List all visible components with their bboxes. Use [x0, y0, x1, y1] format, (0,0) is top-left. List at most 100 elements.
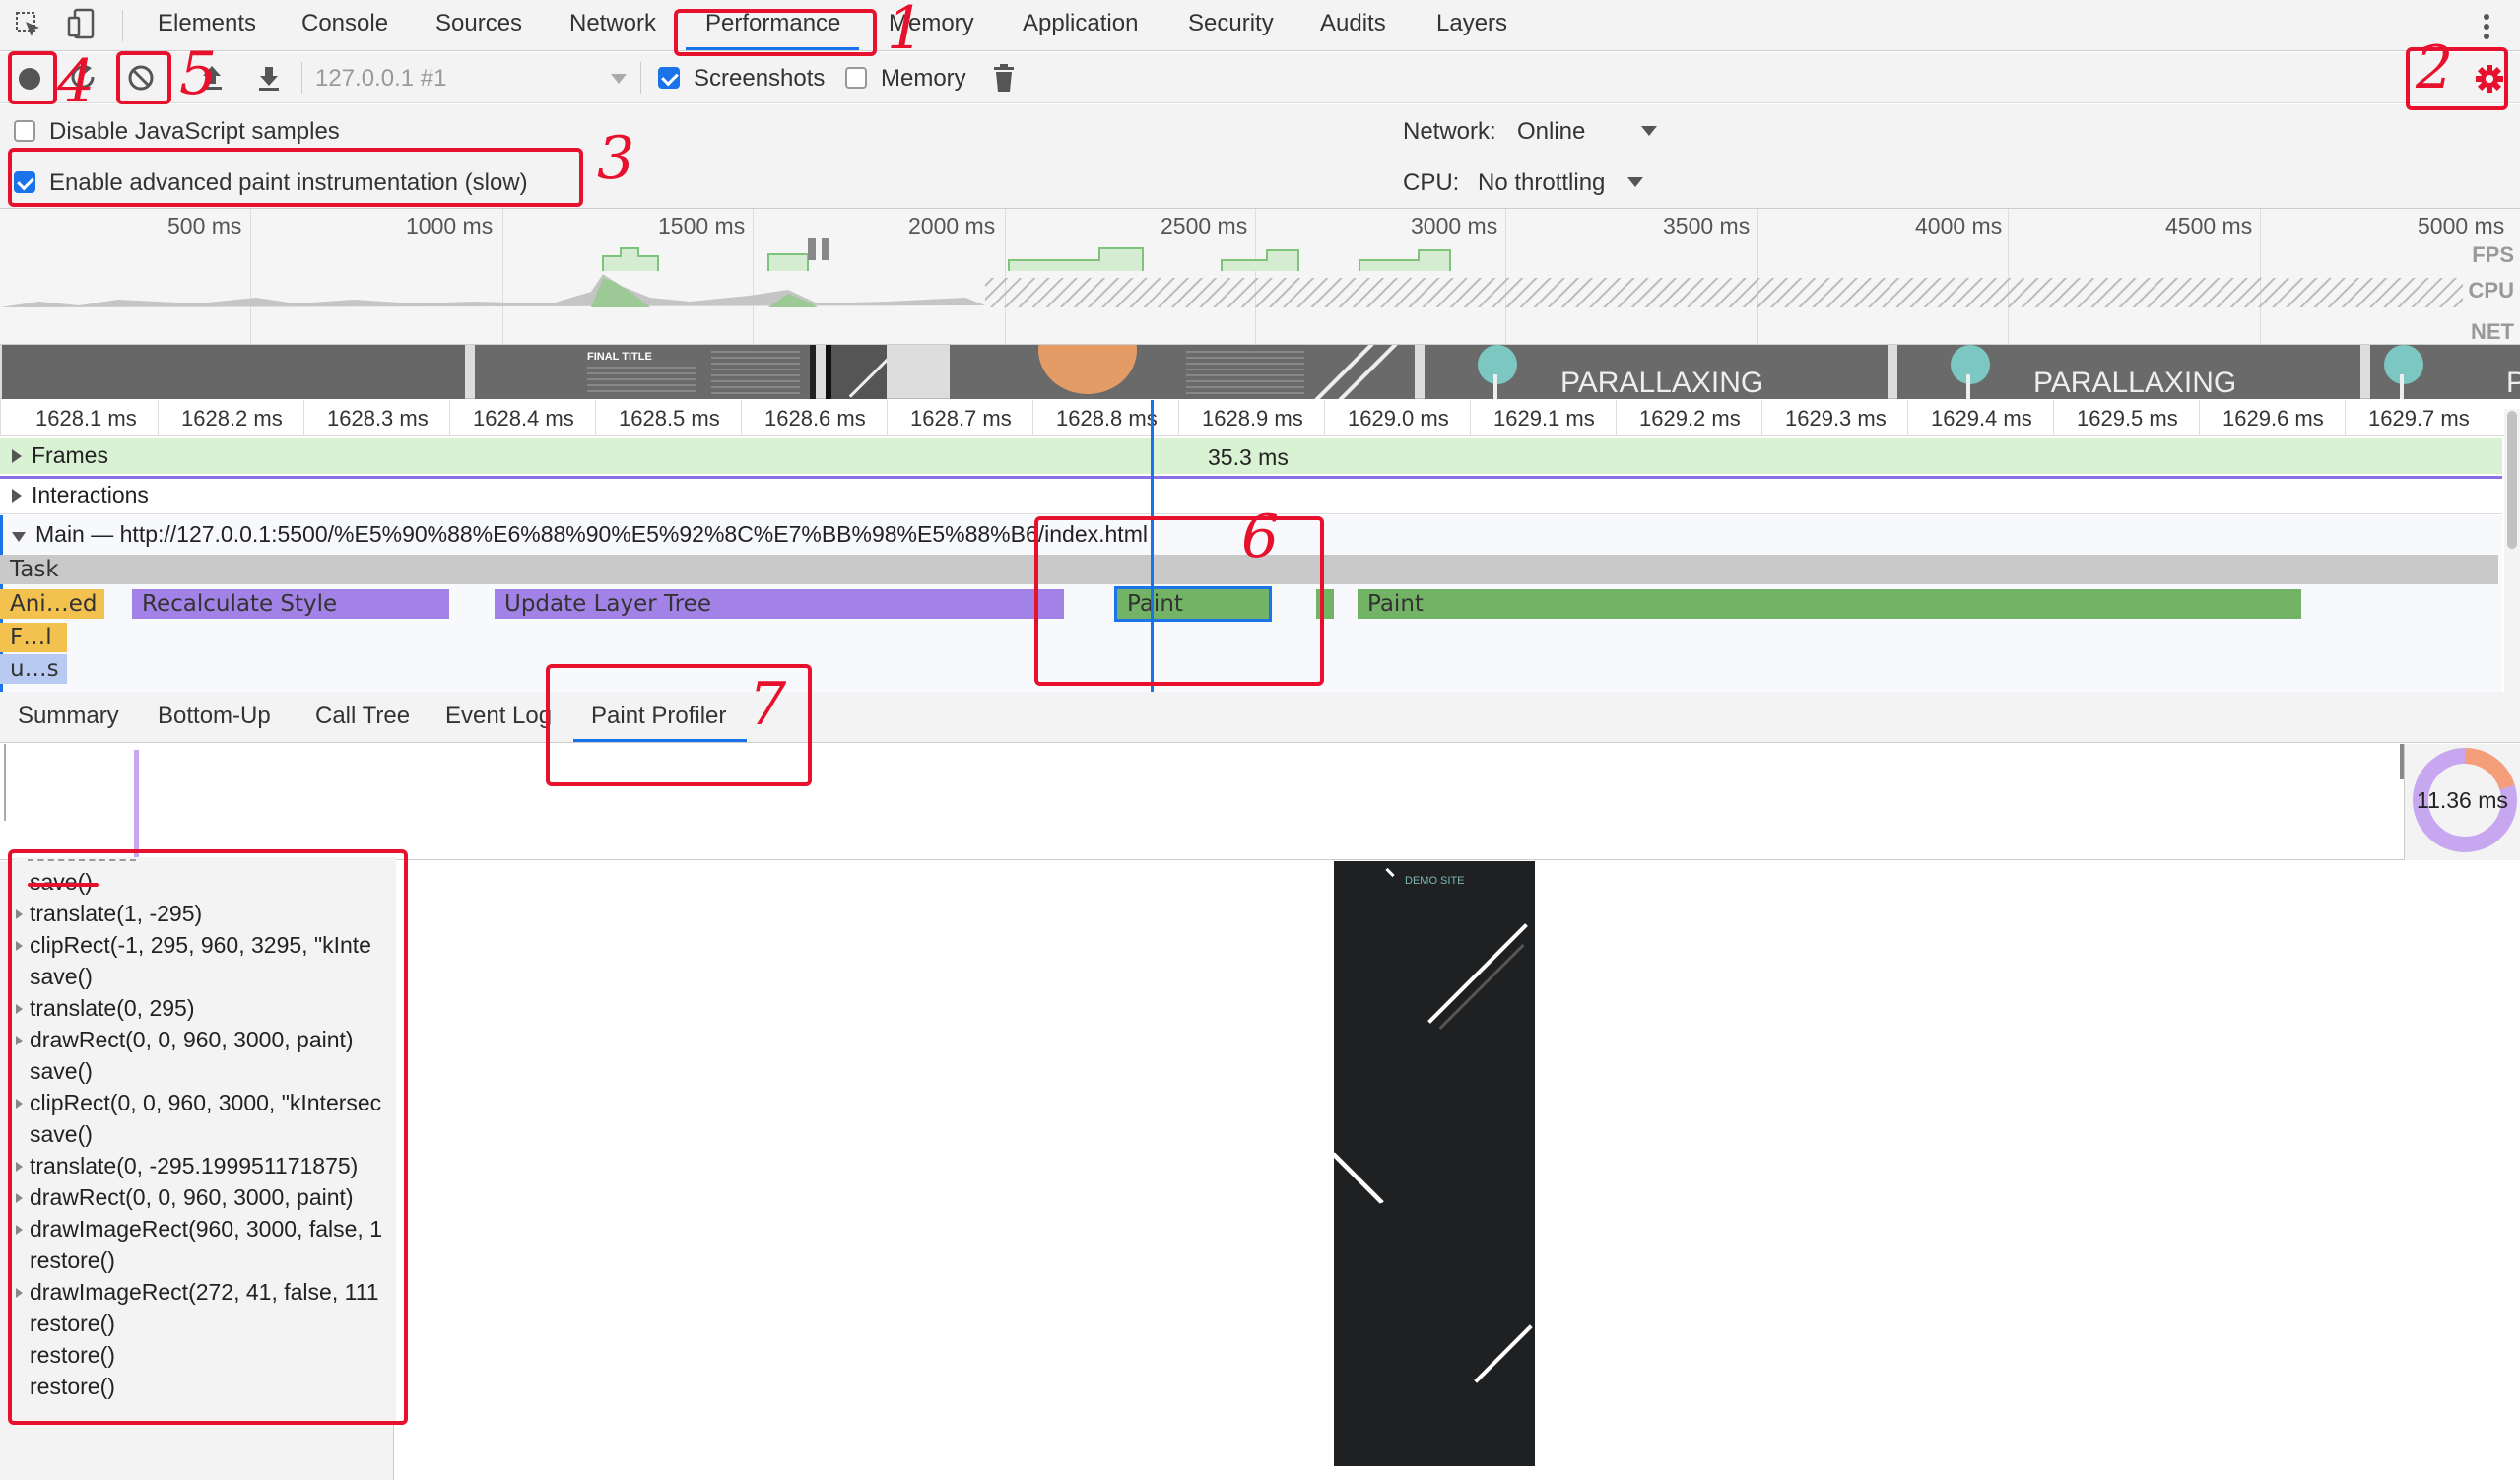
tab-performance[interactable]: Performance	[705, 10, 840, 37]
paint-command-text: clipRect(-1, 295, 960, 3295, "kInte	[30, 932, 371, 958]
paint-total-time: 11.36 ms	[2417, 787, 2508, 813]
memory-checkbox[interactable]	[845, 67, 867, 89]
advanced-paint-checkbox[interactable]	[14, 171, 35, 193]
inspect-element-icon[interactable]	[14, 10, 43, 39]
tab-console[interactable]: Console	[301, 10, 388, 37]
expand-triangle-icon[interactable]	[16, 941, 23, 951]
overview-tick: 4000 ms	[1915, 213, 2003, 238]
animation-event[interactable]: Ani…ed	[0, 589, 104, 619]
chevron-down-icon	[1641, 126, 1657, 136]
record-icon[interactable]	[16, 65, 43, 93]
tab-application[interactable]: Application	[1023, 10, 1138, 37]
network-throttling-select[interactable]: Online	[1517, 118, 1585, 146]
download-profile-icon[interactable]	[254, 63, 284, 93]
device-toolbar-icon[interactable]	[67, 8, 97, 39]
paint-event[interactable]: Paint	[1358, 589, 2301, 619]
interactions-track-label[interactable]: Interactions	[12, 482, 149, 508]
cpu-throttling-select[interactable]: No throttling	[1478, 169, 1605, 197]
main-thread-label[interactable]: Main — http://127.0.0.1:5500/%E5%90%88%E…	[12, 521, 1148, 548]
paint-command-row[interactable]: drawImageRect(272, 41, false, 111	[14, 1277, 396, 1309]
paint-command-row[interactable]: clipRect(0, 0, 960, 3000, "kIntersec	[14, 1088, 396, 1119]
paint-command-log[interactable]: save() translate(1, -295) clipRect(-1, 295…	[14, 857, 396, 1421]
filmstrip-frame[interactable]: P	[2370, 345, 2520, 399]
more-options-icon[interactable]	[2481, 12, 2492, 41]
tab-layers[interactable]: Layers	[1436, 10, 1507, 37]
frames-track-label[interactable]: Frames	[12, 442, 108, 469]
timeline-overview[interactable]: 500 ms 1000 ms 1500 ms 2000 ms 2500 ms 3…	[0, 209, 2520, 345]
clear-icon[interactable]	[126, 63, 156, 93]
capture-settings-pane: Disable JavaScript samples Enable advanc…	[0, 104, 2520, 209]
filmstrip-frame[interactable]	[2, 345, 465, 399]
tab-summary[interactable]: Summary	[18, 703, 119, 730]
tab-security[interactable]: Security	[1188, 10, 1274, 37]
tab-bottom-up[interactable]: Bottom-Up	[158, 703, 271, 730]
update-layer-tree-event[interactable]: Update Layer Tree	[495, 589, 1064, 619]
tab-paint-profiler[interactable]: Paint Profiler	[591, 703, 726, 730]
ruler-tick: 1629.4 ms	[1931, 406, 2032, 431]
ruler-tick: 1629.3 ms	[1785, 406, 1887, 431]
paint-command-row[interactable]: translate(0, -295.199951171875)	[14, 1151, 396, 1182]
paint-command-row[interactable]: translate(1, -295)	[14, 899, 396, 930]
tab-network[interactable]: Network	[569, 10, 656, 37]
expand-triangle-icon[interactable]	[12, 449, 22, 463]
recalculate-style-event[interactable]: Recalculate Style	[132, 589, 449, 619]
overview-activity-graph	[0, 238, 2463, 307]
filmstrip-frame[interactable]: FINAL TITLE	[475, 345, 816, 399]
tab-sources[interactable]: Sources	[435, 10, 522, 37]
function-call-event[interactable]: F…l	[0, 623, 67, 652]
disable-js-samples-checkbox[interactable]	[14, 120, 35, 142]
expand-triangle-icon[interactable]	[16, 1036, 23, 1045]
filmstrip-frame[interactable]: PARALLAXING	[1897, 345, 2360, 399]
paint-profiler-timeline[interactable]	[0, 744, 2404, 860]
paint-event-selected[interactable]: Paint	[1114, 586, 1272, 622]
expand-triangle-icon[interactable]	[16, 1004, 23, 1014]
frame-title-text: P	[2506, 367, 2520, 399]
expand-triangle-icon[interactable]	[16, 909, 23, 919]
paint-command-row[interactable]: save()	[14, 1056, 396, 1088]
filmstrip-frame[interactable]: PARALLAXING	[1425, 345, 1888, 399]
paint-command-row[interactable]: clipRect(-1, 295, 960, 3295, "kInte	[14, 930, 396, 962]
tab-event-log[interactable]: Event Log	[445, 703, 552, 730]
expand-triangle-icon[interactable]	[16, 1162, 23, 1172]
collapse-triangle-icon[interactable]	[12, 532, 26, 542]
preview-site-label: DEMO SITE	[1405, 875, 1465, 887]
chevron-down-icon	[611, 74, 627, 84]
ruler-tick: 1628.3 ms	[327, 406, 429, 431]
trash-icon[interactable]	[991, 63, 1017, 93]
expand-triangle-icon[interactable]	[16, 1193, 23, 1203]
tab-call-tree[interactable]: Call Tree	[315, 703, 410, 730]
network-label: Network:	[1403, 118, 1496, 145]
paint-command-row[interactable]: restore()	[14, 1309, 396, 1340]
paint-command-row[interactable]: translate(0, 295)	[14, 993, 396, 1025]
target-select[interactable]: 127.0.0.1 #1	[315, 65, 446, 93]
paint-command-row[interactable]: restore()	[14, 1340, 396, 1372]
paint-command-row[interactable]: restore()	[14, 1245, 396, 1277]
annotation-number: 4	[57, 47, 96, 116]
net-lane-label: NET	[2471, 319, 2514, 344]
frame-duration: 35.3 ms	[1208, 444, 1289, 470]
paint-command-text: save()	[30, 964, 93, 989]
screenshots-checkbox[interactable]	[658, 67, 680, 89]
expand-triangle-icon[interactable]	[16, 1099, 23, 1109]
expand-triangle-icon[interactable]	[16, 1288, 23, 1298]
tab-elements[interactable]: Elements	[158, 10, 256, 37]
expand-triangle-icon[interactable]	[12, 489, 22, 503]
gear-icon[interactable]	[2475, 64, 2504, 94]
paint-command-row[interactable]: drawRect(0, 0, 960, 3000, paint)	[14, 1182, 396, 1214]
user-script-event[interactable]: u…s	[0, 654, 67, 684]
paint-command-row[interactable]: drawRect(0, 0, 960, 3000, paint)	[14, 1025, 396, 1056]
paint-command-row[interactable]: save()	[14, 962, 396, 993]
paint-command-row[interactable]: save()	[14, 1119, 396, 1151]
overview-tick: 5000 ms	[2418, 213, 2505, 238]
paint-command-text: drawImageRect(272, 41, false, 111	[30, 1279, 379, 1305]
paint-command-text: restore()	[30, 1247, 115, 1273]
tab-audits[interactable]: Audits	[1320, 10, 1386, 37]
screenshot-filmstrip[interactable]: FINAL TITLE PARALLAXING PARALLAXING P	[0, 345, 2520, 399]
ruler-tick: 1629.7 ms	[2368, 406, 2470, 431]
paint-command-row[interactable]: drawImageRect(960, 3000, false, 1	[14, 1214, 396, 1245]
filmstrip-frame[interactable]	[950, 345, 1415, 399]
overview-tick: 1500 ms	[658, 213, 746, 238]
paint-command-row[interactable]: restore()	[14, 1372, 396, 1403]
flame-chart-scrollbar[interactable]	[2504, 409, 2520, 695]
expand-triangle-icon[interactable]	[16, 1225, 23, 1235]
